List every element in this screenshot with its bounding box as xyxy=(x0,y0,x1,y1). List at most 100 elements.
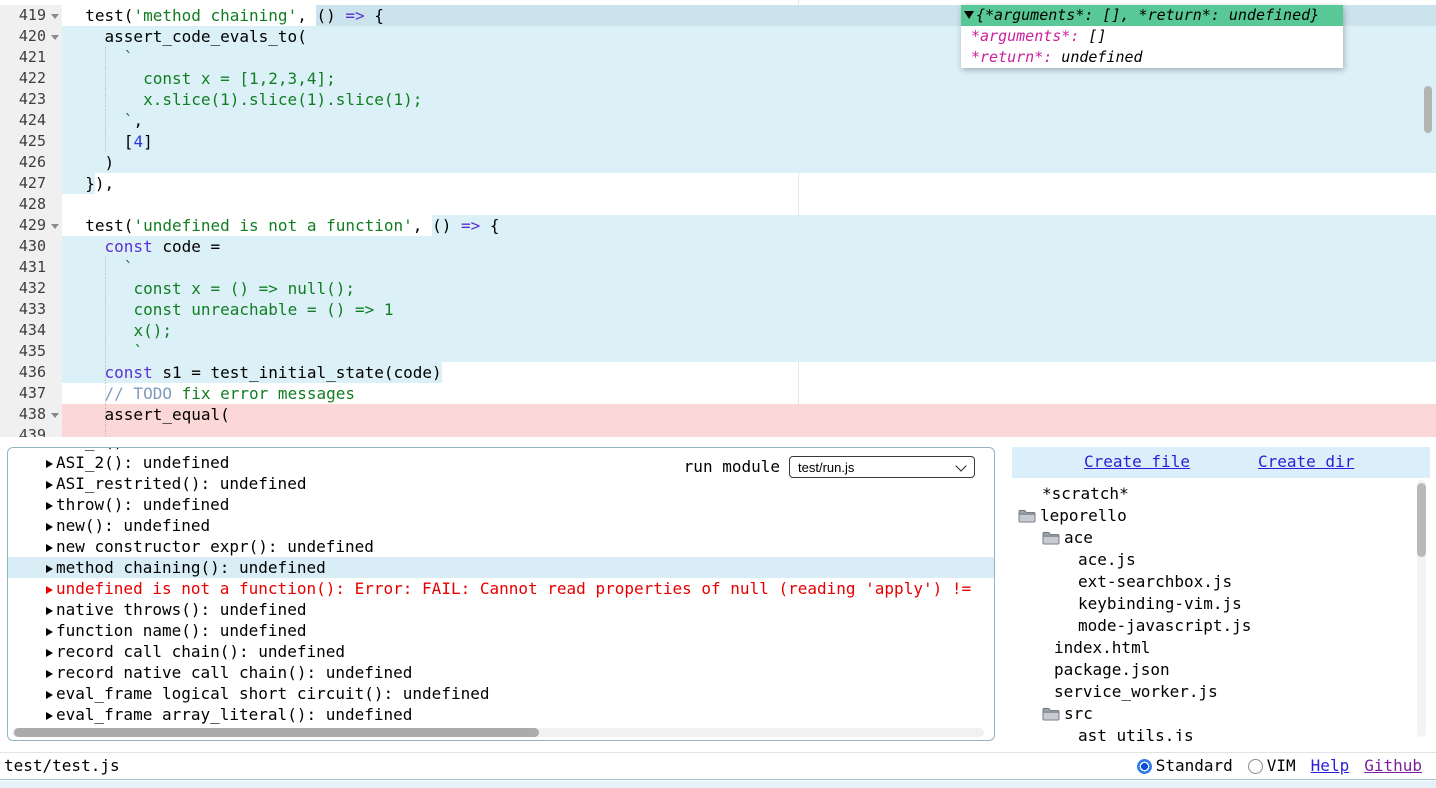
code-line-438[interactable]: assert_equal(438 xyxy=(0,404,1436,425)
file-tree-item-keybinding-vim-js[interactable]: keybinding-vim.js xyxy=(1012,593,1416,615)
test-result-item[interactable]: method chaining(): undefined xyxy=(8,557,994,578)
test-result-item[interactable]: function name(): undefined xyxy=(8,620,994,641)
code-line-424[interactable]: `,424 xyxy=(0,110,1436,131)
gutter-cell[interactable]: 426 xyxy=(0,152,62,173)
gutter-cell[interactable]: 434 xyxy=(0,320,62,341)
code-line-428[interactable]: 428 xyxy=(0,194,1436,215)
test-result-item[interactable]: native throws(): undefined xyxy=(8,599,994,620)
create-dir-link[interactable]: Create dir xyxy=(1258,451,1354,473)
gutter-cell[interactable]: 424 xyxy=(0,110,62,131)
fold-arrow-icon[interactable] xyxy=(51,413,59,418)
test-result-item[interactable]: record call chain(): undefined xyxy=(8,641,994,662)
expand-triangle-icon[interactable] xyxy=(46,523,53,531)
file-tree-item-service-worker-js[interactable]: service_worker.js xyxy=(1012,681,1416,703)
code-line-429[interactable]: test('undefined is not a function', () =… xyxy=(0,215,1436,236)
fold-arrow-icon[interactable] xyxy=(51,224,59,229)
radio-selected-icon[interactable] xyxy=(1137,759,1152,774)
editor-scrollbar-thumb[interactable] xyxy=(1424,86,1432,133)
expand-triangle-icon[interactable] xyxy=(46,712,53,720)
keybinding-option-standard[interactable]: Standard xyxy=(1137,753,1233,779)
code-line-437[interactable]: // TODO fix error messages437 xyxy=(0,383,1436,404)
expand-triangle-icon[interactable] xyxy=(46,670,53,678)
code-line-431[interactable]: `431 xyxy=(0,257,1436,278)
test-result-item[interactable]: eval_frame logical short circuit(): unde… xyxy=(8,683,994,704)
expand-triangle-icon[interactable] xyxy=(46,460,53,468)
gutter-cell[interactable]: 430 xyxy=(0,236,62,257)
file-tree-item-src[interactable]: src xyxy=(1012,703,1416,725)
file-tree-item-ace-js[interactable]: ace.js xyxy=(1012,549,1416,571)
code-text: x.slice(1).slice(1).slice(1); xyxy=(66,89,422,110)
help-link[interactable]: Help xyxy=(1311,753,1350,779)
radio-unselected-icon[interactable] xyxy=(1248,759,1263,774)
gutter-cell[interactable]: 423 xyxy=(0,89,62,110)
file-tree-item-package-json[interactable]: package.json xyxy=(1012,659,1416,681)
file-tree-item-mode-javascript-js[interactable]: mode-javascript.js xyxy=(1012,615,1416,637)
console-hscrollbar[interactable] xyxy=(12,728,984,737)
gutter-cell[interactable]: 425 xyxy=(0,131,62,152)
gutter-cell[interactable]: 431 xyxy=(0,257,62,278)
tooltip-header-text: {*arguments*: [], *return*: undefined} xyxy=(976,6,1319,24)
line-number: 436 xyxy=(0,362,46,383)
gutter-cell[interactable]: 437 xyxy=(0,383,62,404)
code-line-434[interactable]: x();434 xyxy=(0,320,1436,341)
file-tree-item-leporello[interactable]: leporello xyxy=(1012,505,1416,527)
gutter-cell[interactable]: 429 xyxy=(0,215,62,236)
code-line-433[interactable]: const unreachable = () => 1433 xyxy=(0,299,1436,320)
value-tooltip: {*arguments*: [], *return*: undefined} *… xyxy=(961,5,1343,68)
code-line-430[interactable]: const code =430 xyxy=(0,236,1436,257)
file-tree-item-ast-utils-js[interactable]: ast_utils.js xyxy=(1012,725,1416,741)
gutter-cell[interactable]: 432 xyxy=(0,278,62,299)
tooltip-header[interactable]: {*arguments*: [], *return*: undefined} xyxy=(961,5,1343,26)
collapse-triangle-icon[interactable] xyxy=(964,11,974,19)
test-result-item[interactable]: undefined is not a function(): Error: FA… xyxy=(8,578,994,599)
code-line-435[interactable]: `435 xyxy=(0,341,1436,362)
test-result-item[interactable]: new constructor expr(): undefined xyxy=(8,536,994,557)
file-tree-item-ext-searchbox-js[interactable]: ext-searchbox.js xyxy=(1012,571,1416,593)
editor-scrollbar[interactable] xyxy=(1424,0,1433,437)
gutter-cell[interactable]: 427 xyxy=(0,173,62,194)
file-tree-scrollbar-thumb[interactable] xyxy=(1417,483,1426,557)
file-tree-item--scratch-[interactable]: *scratch* xyxy=(1012,483,1416,505)
gutter-cell[interactable]: 419 xyxy=(0,5,62,26)
code-line-436[interactable]: const s1 = test_initial_state(code)436 xyxy=(0,362,1436,383)
fold-arrow-icon[interactable] xyxy=(51,35,59,40)
expand-triangle-icon[interactable] xyxy=(46,502,53,510)
code-line-427[interactable]: }),427 xyxy=(0,173,1436,194)
code-line-425[interactable]: [4]425 xyxy=(0,131,1436,152)
test-result-item[interactable]: record native call chain(): undefined xyxy=(8,662,994,683)
expand-triangle-icon[interactable] xyxy=(46,628,53,636)
test-result-item[interactable]: throw(): undefined xyxy=(8,494,994,515)
gutter-cell[interactable]: 428 xyxy=(0,194,62,215)
code-editor[interactable]: test('method chaining', () => {419 asser… xyxy=(0,0,1436,437)
code-line-439[interactable]: 439 xyxy=(0,425,1436,437)
console-hscrollbar-thumb[interactable] xyxy=(14,728,539,737)
code-line-432[interactable]: const x = () => null();432 xyxy=(0,278,1436,299)
code-line-422[interactable]: const x = [1,2,3,4];422 xyxy=(0,68,1436,89)
code-line-423[interactable]: x.slice(1).slice(1).slice(1);423 xyxy=(0,89,1436,110)
github-link[interactable]: Github xyxy=(1364,753,1422,779)
expand-triangle-icon[interactable] xyxy=(46,565,53,573)
expand-triangle-icon[interactable] xyxy=(46,481,53,489)
gutter-cell[interactable]: 435 xyxy=(0,341,62,362)
keybinding-option-vim[interactable]: VIM xyxy=(1248,753,1296,779)
file-tree-item-ace[interactable]: ace xyxy=(1012,527,1416,549)
code-line-426[interactable]: )426 xyxy=(0,152,1436,173)
expand-triangle-icon[interactable] xyxy=(46,544,53,552)
gutter-cell[interactable]: 436 xyxy=(0,362,62,383)
gutter-cell[interactable]: 422 xyxy=(0,68,62,89)
fold-arrow-icon[interactable] xyxy=(51,14,59,19)
expand-triangle-icon[interactable] xyxy=(46,649,53,657)
file-tree-item-index-html[interactable]: index.html xyxy=(1012,637,1416,659)
expand-triangle-icon[interactable] xyxy=(46,691,53,699)
expand-triangle-icon[interactable] xyxy=(46,586,53,594)
expand-triangle-icon[interactable] xyxy=(46,607,53,615)
gutter-cell[interactable]: 420 xyxy=(0,26,62,47)
test-result-item[interactable]: new(): undefined xyxy=(8,515,994,536)
gutter-cell[interactable]: 438 xyxy=(0,404,62,425)
gutter-cell[interactable]: 439 xyxy=(0,425,62,437)
test-result-item[interactable]: eval_frame array_literal(): undefined xyxy=(8,704,994,725)
gutter-cell[interactable]: 433 xyxy=(0,299,62,320)
gutter-cell[interactable]: 421 xyxy=(0,47,62,68)
create-file-link[interactable]: Create file xyxy=(1084,451,1190,473)
run-module-select[interactable]: test/run.js xyxy=(789,456,975,478)
